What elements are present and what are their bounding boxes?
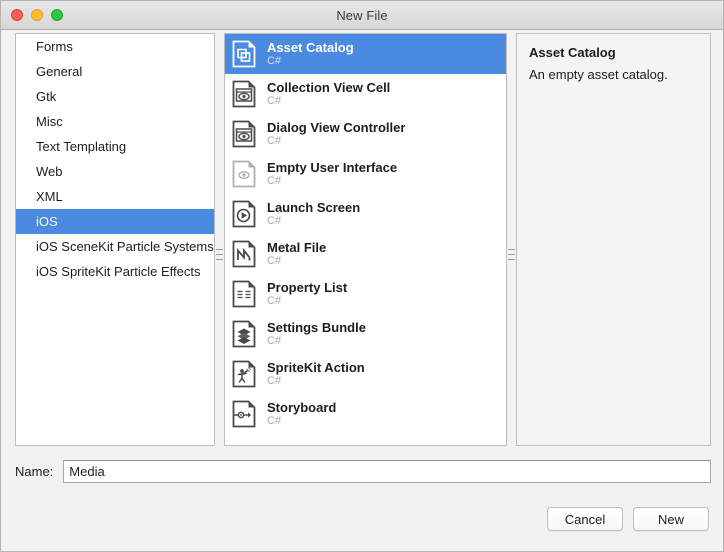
new-file-dialog: New File Forms General Gtk Misc Text Tem… <box>0 0 724 552</box>
template-language: C# <box>267 95 282 108</box>
template-name: Metal File <box>267 240 327 255</box>
template-language: C# <box>267 55 282 68</box>
category-list[interactable]: Forms General Gtk Misc Text Templating W… <box>15 33 215 446</box>
metal-file-icon <box>230 239 258 269</box>
storyboard-icon <box>230 399 258 429</box>
template-row-empty-user-interface[interactable]: Empty User Interface C# <box>225 154 506 194</box>
category-item-gtk[interactable]: Gtk <box>16 84 214 109</box>
dialog-content: Forms General Gtk Misc Text Templating W… <box>1 30 723 551</box>
template-row-storyboard[interactable]: Storyboard C# <box>225 394 506 434</box>
category-item-general[interactable]: General <box>16 59 214 84</box>
template-text: Metal File C# <box>267 241 326 268</box>
template-name: Empty User Interface <box>267 160 398 175</box>
category-item-misc[interactable]: Misc <box>16 109 214 134</box>
template-language: C# <box>267 335 282 348</box>
window-title: New File <box>336 7 388 23</box>
template-name: Dialog View Controller <box>267 120 406 135</box>
settings-bundle-icon <box>230 319 258 349</box>
splitter-right[interactable] <box>507 33 516 446</box>
category-label: iOS <box>36 214 58 229</box>
template-list[interactable]: Asset Catalog C# Collection View Cell C#… <box>224 33 507 446</box>
dialog-buttons: Cancel New <box>547 507 709 531</box>
template-name: Settings Bundle <box>267 320 366 335</box>
template-language: C# <box>267 215 282 228</box>
panes-container: Forms General Gtk Misc Text Templating W… <box>15 33 711 446</box>
template-text: SpriteKit Action C# <box>267 361 365 388</box>
close-button[interactable] <box>11 9 23 21</box>
template-row-collection-view-cell[interactable]: Collection View Cell C# <box>225 74 506 114</box>
template-name: Launch Screen <box>267 200 361 215</box>
template-text: Property List C# <box>267 281 347 308</box>
splitter-grip-icon <box>508 249 515 260</box>
template-text: Asset Catalog C# <box>267 41 354 68</box>
category-item-text-templating[interactable]: Text Templating <box>16 134 214 159</box>
template-name: Collection View Cell <box>267 80 391 95</box>
template-row-property-list[interactable]: Property List C# <box>225 274 506 314</box>
category-label: Forms <box>36 39 73 54</box>
empty-user-interface-icon <box>230 159 258 189</box>
template-language: C# <box>267 135 282 148</box>
title-bar: New File <box>1 1 723 30</box>
category-label: iOS SceneKit Particle Systems <box>36 239 214 254</box>
category-label: Web <box>36 164 63 179</box>
template-name: Property List <box>267 280 348 295</box>
category-label: Misc <box>36 114 63 129</box>
template-language: C# <box>267 295 282 308</box>
launch-screen-icon <box>230 199 258 229</box>
new-button[interactable]: New <box>633 507 709 531</box>
template-row-settings-bundle[interactable]: Settings Bundle C# <box>225 314 506 354</box>
template-language: C# <box>267 375 282 388</box>
collection-view-cell-icon <box>230 79 258 109</box>
description-body: An empty asset catalog. <box>529 67 668 82</box>
category-item-xml[interactable]: XML <box>16 184 214 209</box>
description-title: Asset Catalog <box>529 45 616 60</box>
template-text: Launch Screen C# <box>267 201 360 228</box>
template-language: C# <box>267 255 282 268</box>
category-item-ios-scenekit-particle-systems[interactable]: iOS SceneKit Particle Systems <box>16 234 214 259</box>
template-row-metal-file[interactable]: Metal File C# <box>225 234 506 274</box>
template-row-dialog-view-controller[interactable]: Dialog View Controller C# <box>225 114 506 154</box>
property-list-icon <box>230 279 258 309</box>
maximize-button[interactable] <box>51 9 63 21</box>
asset-catalog-icon <box>230 39 258 69</box>
template-row-asset-catalog[interactable]: Asset Catalog C# <box>225 34 506 74</box>
minimize-button[interactable] <box>31 9 43 21</box>
template-row-spritekit-action[interactable]: SpriteKit Action C# <box>225 354 506 394</box>
category-label: General <box>36 64 83 79</box>
template-text: Storyboard C# <box>267 401 336 428</box>
splitter-left[interactable] <box>215 33 224 446</box>
template-text: Empty User Interface C# <box>267 161 397 188</box>
name-field-row: Name: <box>15 459 711 483</box>
category-label: iOS SpriteKit Particle Effects <box>36 264 201 279</box>
name-input[interactable] <box>63 459 711 483</box>
template-language: C# <box>267 415 282 428</box>
template-name: Storyboard <box>267 400 337 415</box>
category-label: Text Templating <box>36 139 127 154</box>
dialog-view-controller-icon <box>230 119 258 149</box>
category-label: XML <box>36 189 63 204</box>
splitter-grip-icon <box>216 249 223 260</box>
template-text: Settings Bundle C# <box>267 321 366 348</box>
spritekit-action-icon <box>230 359 258 389</box>
category-item-ios[interactable]: iOS <box>16 209 214 234</box>
category-label: Gtk <box>36 89 57 104</box>
category-item-ios-spritekit-particle-effects[interactable]: iOS SpriteKit Particle Effects <box>16 259 214 284</box>
template-language: C# <box>267 175 282 188</box>
category-item-web[interactable]: Web <box>16 159 214 184</box>
template-text: Dialog View Controller C# <box>267 121 405 148</box>
window-controls <box>11 9 63 21</box>
template-name: Asset Catalog <box>267 40 354 55</box>
template-text: Collection View Cell C# <box>267 81 390 108</box>
template-row-launch-screen[interactable]: Launch Screen C# <box>225 194 506 234</box>
category-item-forms[interactable]: Forms <box>16 34 214 59</box>
description-pane: Asset Catalog An empty asset catalog. <box>516 33 711 446</box>
template-name: SpriteKit Action <box>267 360 365 375</box>
cancel-button[interactable]: Cancel <box>547 507 623 531</box>
name-label: Name: <box>15 463 54 479</box>
